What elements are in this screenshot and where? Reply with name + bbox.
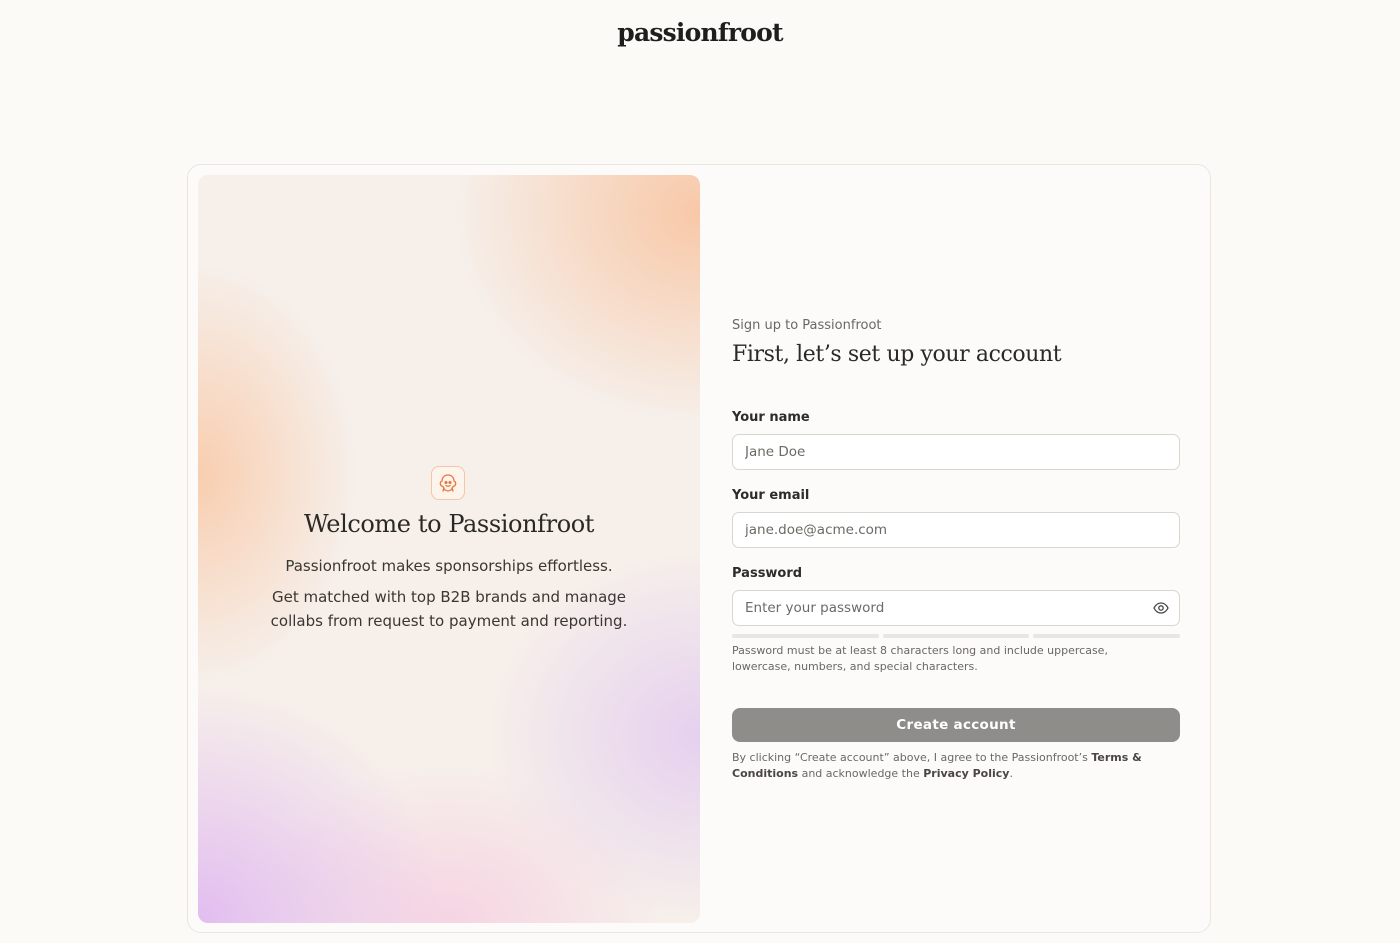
name-field-box: [732, 434, 1180, 470]
legal-suffix: .: [1009, 767, 1013, 780]
welcome-description: Get matched with top B2B brands and mana…: [270, 588, 628, 630]
legal-middle: and acknowledge the: [798, 767, 924, 780]
welcome-title: Welcome to Passionfroot: [303, 510, 595, 538]
form-title: First, let’s set up your account: [732, 342, 1062, 367]
name-label: Your name: [732, 410, 810, 425]
name-input[interactable]: [745, 435, 1145, 469]
welcome-tagline: Passionfroot makes sponsorships effortle…: [285, 557, 613, 575]
password-label: Password: [732, 566, 803, 581]
email-label: Your email: [732, 488, 810, 503]
eye-icon[interactable]: [1153, 601, 1169, 615]
signup-card: Welcome to Passionfroot Passionfroot mak…: [187, 164, 1211, 933]
legal-prefix: By clicking “Create account” above, I ag…: [732, 751, 1092, 764]
strength-segment: [1033, 634, 1181, 638]
passionfruit-mascot-icon: [431, 466, 465, 500]
email-field-box: [732, 512, 1180, 548]
create-account-button[interactable]: Create account: [732, 708, 1180, 742]
passionfroot-logo[interactable]: passionfroot: [0, 18, 1400, 47]
strength-segment: [882, 634, 1030, 638]
password-hint: Password must be at least 8 characters l…: [732, 644, 1108, 673]
welcome-panel: Welcome to Passionfroot Passionfroot mak…: [198, 175, 700, 923]
legal-notice: By clicking “Create account” above, I ag…: [732, 750, 1172, 782]
form-eyebrow: Sign up to Passionfroot: [732, 318, 882, 333]
email-input[interactable]: [745, 513, 1145, 547]
privacy-policy-link[interactable]: Privacy Policy: [923, 767, 1009, 780]
password-input[interactable]: [745, 591, 1145, 625]
strength-segment: [732, 634, 879, 638]
password-field-box: [732, 590, 1180, 626]
password-strength-meter: [732, 634, 1181, 638]
